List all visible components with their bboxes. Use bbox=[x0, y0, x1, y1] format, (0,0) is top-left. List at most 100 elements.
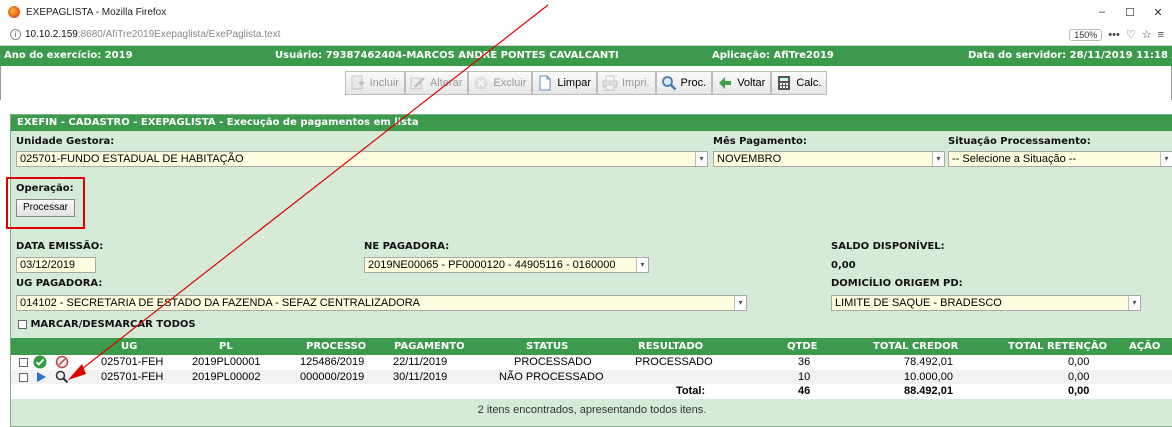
minimize-button[interactable]: – bbox=[1088, 0, 1116, 24]
imprimir-button[interactable]: Impri. bbox=[597, 71, 656, 95]
printer-icon bbox=[601, 74, 619, 92]
table-row[interactable]: 025701-FEH 2019PL00002 000000/2019 30/11… bbox=[11, 370, 1172, 385]
cell-pl: 2019PL00001 bbox=[192, 356, 261, 368]
chevron-down-icon: ▾ bbox=[932, 152, 944, 166]
chevron-down-icon: ▾ bbox=[734, 296, 746, 310]
session-infobar: Ano do exercício: 2019 Usuário: 79387462… bbox=[0, 46, 1172, 66]
site-info-icon[interactable]: i bbox=[10, 29, 21, 40]
table-row[interactable]: 025701-FEH 2019PL00001 125486/2019 22/11… bbox=[11, 355, 1172, 370]
situacao-label: Situação Processamento: bbox=[948, 136, 1091, 147]
main-panel: EXEFIN - CADASTRO - EXEPAGLISTA - Execuç… bbox=[6, 114, 1172, 427]
data-emissao-label: DATA EMISSÃO: bbox=[16, 241, 104, 252]
cell-resultado: PROCESSADO bbox=[635, 356, 713, 368]
chevron-down-icon: ▾ bbox=[636, 258, 648, 272]
proc-button[interactable]: Proc. bbox=[655, 71, 713, 95]
marcar-todos-toggle[interactable]: MARCAR/DESMARCAR TODOS bbox=[18, 319, 196, 330]
alterar-button[interactable]: Alterar bbox=[404, 71, 469, 95]
col-total-credor[interactable]: TOTAL CREDOR bbox=[873, 341, 958, 352]
col-pagamento[interactable]: PAGAMENTO bbox=[394, 341, 465, 352]
back-arrow-icon bbox=[716, 74, 734, 92]
application-info: Aplicação: AfiTre2019 bbox=[712, 50, 834, 61]
url-path: :8680/AfiTre2019Exepaglista/ExePaglista.… bbox=[77, 29, 281, 40]
cell-qtde: 10 bbox=[798, 371, 811, 383]
total-credor: 88.492,01 bbox=[904, 385, 953, 397]
page-actions-icon[interactable]: ••• bbox=[1108, 29, 1120, 41]
col-processo[interactable]: PROCESSO bbox=[306, 341, 366, 352]
operacao-label: Operação: bbox=[16, 183, 74, 194]
unidade-gestora-select[interactable]: 025701-FUNDO ESTADUAL DE HABITAÇÃO ▾ bbox=[16, 151, 708, 167]
cell-processo: 125486/2019 bbox=[300, 356, 365, 368]
cell-total-retencao: 0,00 bbox=[1068, 356, 1090, 368]
limpar-button[interactable]: Limpar bbox=[532, 71, 597, 95]
server-date: Data do servidor: 28/11/2019 11:18 AM bbox=[968, 50, 1172, 61]
ne-pagadora-select[interactable]: 2019NE00065 - PF0000120 - 44905116 - 016… bbox=[364, 257, 649, 273]
chevron-down-icon: ▾ bbox=[695, 152, 707, 166]
table-header: UG PL PROCESSO PAGAMENTO STATUS RESULTAD… bbox=[11, 338, 1172, 355]
window-controls: – ☐ ✕ bbox=[1088, 0, 1172, 24]
cell-processo: 000000/2019 bbox=[300, 371, 365, 383]
row-checkbox[interactable] bbox=[19, 373, 28, 382]
cell-total-retencao: 0,00 bbox=[1068, 371, 1090, 383]
totals-row: Total: 46 88.492,01 0,00 bbox=[11, 384, 1172, 399]
total-qtde: 46 bbox=[798, 385, 811, 397]
cell-total-credor: 10.000,00 bbox=[904, 371, 953, 383]
menu-icon[interactable]: ≡ bbox=[1158, 29, 1164, 41]
excluir-button[interactable]: Excluir bbox=[468, 71, 533, 95]
calc-button[interactable]: Calc. bbox=[771, 71, 828, 95]
url-host: 10.10.2.159 bbox=[25, 29, 78, 40]
ug-pagadora-select[interactable]: 014102 - SECRETARIA DE ESTADO DA FAZENDA… bbox=[16, 295, 747, 311]
cell-ug: 025701-FEH bbox=[101, 356, 164, 368]
mes-pagamento-select[interactable]: NOVEMBRO ▾ bbox=[713, 151, 945, 167]
col-pl[interactable]: PL bbox=[219, 341, 233, 352]
col-total-retencao[interactable]: TOTAL RETENÇÃO bbox=[1008, 341, 1107, 352]
voltar-button[interactable]: Voltar bbox=[712, 71, 772, 95]
ne-pagadora-label: NE PAGADORA: bbox=[364, 241, 450, 252]
col-acao[interactable]: AÇÃO bbox=[1129, 341, 1160, 352]
processar-button[interactable]: Processar bbox=[16, 199, 76, 217]
window-titlebar: EXEPAGLISTA - Mozilla Firefox – ☐ ✕ bbox=[0, 0, 1172, 24]
cell-total-credor: 78.492,01 bbox=[904, 356, 953, 368]
data-emissao-input[interactable]: 03/12/2019 bbox=[16, 257, 96, 273]
chevron-down-icon: ▾ bbox=[1160, 152, 1172, 166]
cell-pagamento: 30/11/2019 bbox=[393, 371, 448, 383]
edit-icon bbox=[409, 74, 427, 92]
window-title: EXEPAGLISTA - Mozilla Firefox bbox=[26, 6, 167, 18]
add-document-icon bbox=[349, 74, 367, 92]
maximize-button[interactable]: ☐ bbox=[1116, 0, 1144, 24]
incluir-button[interactable]: Incluir bbox=[344, 71, 405, 95]
situacao-select[interactable]: -- Selecione a Situação -- ▾ bbox=[948, 151, 1172, 167]
bookmark-star-icon[interactable]: ☆ bbox=[1142, 28, 1152, 41]
marcar-todos-checkbox[interactable] bbox=[18, 319, 27, 329]
close-button[interactable]: ✕ bbox=[1144, 0, 1172, 24]
delete-icon bbox=[472, 74, 490, 92]
firefox-icon bbox=[8, 6, 20, 18]
col-qtde[interactable]: QTDE bbox=[787, 341, 817, 352]
clear-document-icon bbox=[536, 74, 554, 92]
col-ug[interactable]: UG bbox=[121, 341, 137, 352]
total-retencao: 0,00 bbox=[1068, 385, 1090, 397]
cell-ug: 025701-FEH bbox=[101, 371, 164, 383]
col-resultado[interactable]: RESULTADO bbox=[638, 341, 703, 352]
table-footer: 2 itens encontrados, apresentando todos … bbox=[477, 404, 707, 416]
cell-pl: 2019PL00002 bbox=[192, 371, 261, 383]
search-icon bbox=[660, 74, 678, 92]
saldo-value: 0,00 bbox=[831, 260, 856, 271]
action-toolbar: Incluir Alterar Excluir Limpar Impri. Pr… bbox=[0, 66, 1172, 100]
domicilio-label: DOMICÍLIO ORIGEM PD: bbox=[831, 278, 963, 289]
saldo-label: SALDO DISPONÍVEL: bbox=[831, 241, 945, 252]
panel-title: EXEFIN - CADASTRO - EXEPAGLISTA - Execuç… bbox=[11, 115, 1172, 131]
total-label: Total: bbox=[676, 385, 706, 397]
calculator-icon bbox=[775, 74, 793, 92]
domicilio-select[interactable]: LIMITE DE SAQUE - BRADESCO ▾ bbox=[831, 295, 1141, 311]
address-bar[interactable]: i 10.10.2.159 :8680/AfiTre2019Exepaglist… bbox=[0, 24, 1172, 46]
user-info: Usuário: 79387462404-MARCOS ANDRE PONTES… bbox=[275, 50, 619, 61]
pocket-icon[interactable]: ♡ bbox=[1126, 28, 1136, 41]
cell-status: NÃO PROCESSADO bbox=[499, 371, 604, 383]
ug-pagadora-label: UG PAGADORA: bbox=[16, 278, 103, 289]
col-status[interactable]: STATUS bbox=[526, 341, 568, 352]
cell-qtde: 36 bbox=[798, 356, 811, 368]
row-checkbox[interactable] bbox=[19, 358, 28, 367]
chevron-down-icon: ▾ bbox=[1128, 296, 1140, 310]
zoom-indicator[interactable]: 150% bbox=[1069, 28, 1103, 41]
mes-pagamento-label: Mês Pagamento: bbox=[713, 136, 807, 147]
